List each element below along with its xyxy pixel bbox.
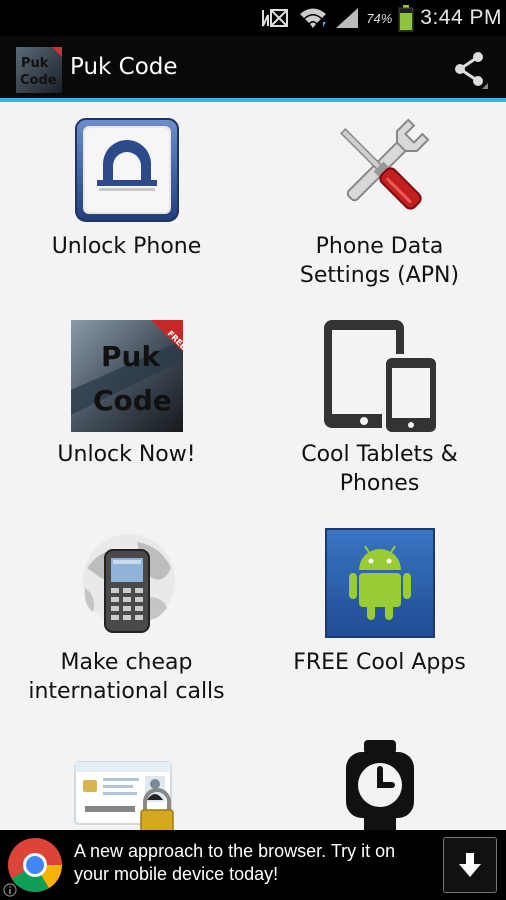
tile-label: Phone Data Settings (APN): [299, 234, 460, 288]
app-title: Puk Code: [70, 54, 178, 80]
puk-code-icon: FREE Puk Code: [70, 320, 187, 432]
signal-icon: [336, 8, 359, 28]
tile-id-card[interactable]: [0, 726, 253, 830]
svg-text:Puk: Puk: [21, 56, 49, 71]
id-card-lock-icon: [71, 754, 183, 830]
action-bar: Puk Code Puk Code: [0, 36, 506, 102]
tile-label: Unlock Phone: [51, 234, 202, 259]
tile-cool-tablets-phones[interactable]: Cool Tablets & Phones: [253, 314, 506, 514]
tile-label: FREE Cool Apps: [293, 650, 466, 675]
tile-phone-data-settings[interactable]: Phone Data Settings (APN): [253, 102, 506, 302]
share-button[interactable]: [446, 47, 492, 93]
ad-text: A new approach to the browser. Try it on…: [74, 841, 396, 884]
devices-icon: [320, 316, 440, 436]
tile-free-cool-apps[interactable]: FREE Cool Apps: [253, 522, 506, 722]
menu-grid: Unlock Phone Phone Data Settings (APN) F…: [0, 102, 506, 830]
info-icon[interactable]: [3, 883, 17, 897]
smartwatch-icon: [340, 738, 420, 830]
no-sim-icon: [262, 9, 289, 27]
android-icon: [324, 528, 435, 638]
svg-text:Code: Code: [93, 384, 172, 417]
battery-percent: 74%: [366, 10, 393, 26]
tile-international-calls[interactable]: Make cheap international calls: [0, 522, 253, 722]
status-bar: 74% 3:44 PM: [0, 0, 506, 36]
tile-label: Unlock Now!: [57, 442, 196, 467]
globe-phone-icon: [71, 528, 183, 640]
download-button[interactable]: [443, 837, 497, 893]
share-icon: [455, 52, 488, 89]
svg-text:Code: Code: [20, 73, 57, 88]
clock: 3:44 PM: [420, 6, 502, 29]
tile-unlock-phone[interactable]: Unlock Phone: [0, 102, 253, 302]
wifi-icon: [300, 8, 327, 28]
tools-icon: [322, 110, 438, 226]
ad-banner[interactable]: A new approach to the browser. Try it on…: [0, 830, 506, 900]
tile-smartwatch[interactable]: [253, 726, 506, 830]
tile-label: Cool Tablets & Phones: [301, 442, 458, 496]
svg-text:Puk: Puk: [101, 340, 161, 373]
tile-unlock-now[interactable]: FREE Puk Code Unlock Now!: [0, 314, 253, 514]
download-icon: [459, 853, 481, 877]
app-icon[interactable]: Puk Code: [16, 47, 62, 93]
battery-icon: [398, 5, 414, 32]
padlock-icon: [74, 118, 179, 222]
tile-label: Make cheap international calls: [28, 650, 225, 704]
